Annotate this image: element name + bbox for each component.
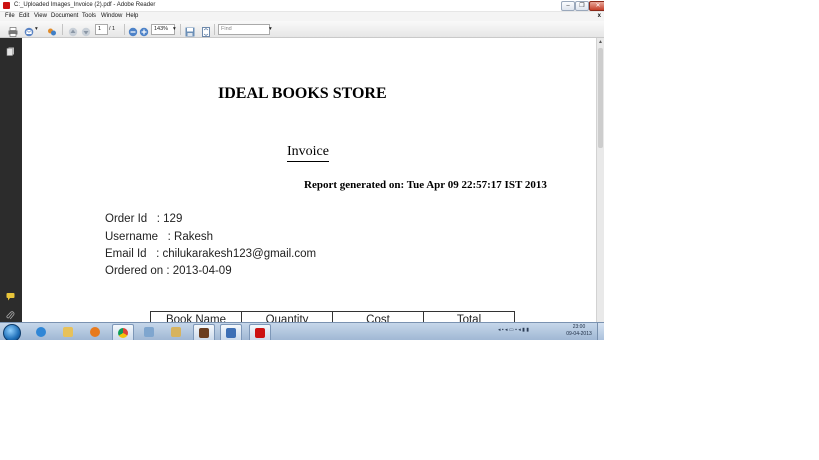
email-id: Email Id : chilukarakesh123@gmail.com	[105, 248, 317, 260]
toolbar: ▾ 1 / 1 143% ▾ Find ▾	[0, 21, 604, 38]
arrow-down-icon[interactable]	[81, 24, 91, 37]
windows-taskbar: ◂ ▪ ◂ ▭ ▪ ◂ ▮ ▮ 23:00 09-04-2013	[0, 322, 604, 340]
collaborate-icon[interactable]	[47, 24, 57, 36]
toolbar-divider	[124, 24, 125, 35]
menu-document[interactable]: Document	[51, 12, 78, 21]
chevron-down-icon[interactable]: ▾	[269, 24, 272, 35]
table-header-row: Book Name Quantity Cost Total	[150, 311, 515, 322]
zoom-in-icon[interactable]	[139, 24, 149, 37]
report-generated-line: Report generated on: Tue Apr 09 22:57:17…	[304, 179, 547, 191]
media-player-taskbar-button[interactable]	[85, 324, 105, 340]
media-player-icon	[90, 327, 100, 337]
comment-icon[interactable]	[6, 288, 15, 301]
menu-view[interactable]: View	[34, 12, 47, 21]
pages-icon[interactable]	[6, 43, 15, 56]
show-desktop-button[interactable]	[597, 323, 604, 340]
document-close-button[interactable]: x	[598, 12, 601, 21]
title-bar: C:_Uploaded Images_Invoice (2).pdf - Ado…	[0, 0, 604, 12]
page-number-input[interactable]: 1	[95, 24, 108, 35]
editor-icon	[226, 328, 236, 338]
restore-button[interactable]: ❐	[575, 1, 589, 11]
ordered-on: Ordered on : 2013-04-09	[105, 265, 232, 277]
email-icon[interactable]	[24, 24, 34, 37]
clock-time: 23:00	[572, 324, 586, 330]
column-header-book-name: Book Name	[150, 311, 242, 322]
toolbar-divider	[214, 24, 215, 35]
taskbar-clock[interactable]: 23:00 09-04-2013	[563, 324, 595, 338]
application-icon	[199, 328, 209, 338]
column-header-total: Total	[423, 311, 515, 322]
fit-page-icon[interactable]	[201, 24, 211, 37]
scroll-up-arrow-icon[interactable]: ▲	[598, 39, 603, 45]
vertical-scrollbar[interactable]: ▲	[596, 38, 604, 322]
column-header-quantity: Quantity	[241, 311, 333, 322]
internet-explorer-icon	[36, 327, 46, 337]
window-title: C:_Uploaded Images_Invoice (2).pdf - Ado…	[14, 2, 156, 8]
zoom-level-select[interactable]: 143%	[151, 24, 175, 35]
navigation-pane	[0, 38, 22, 322]
menu-edit[interactable]: Edit	[19, 12, 29, 21]
paperclip-icon[interactable]	[6, 307, 15, 320]
adobe-reader-window: C:_Uploaded Images_Invoice (2).pdf - Ado…	[0, 0, 604, 340]
print-icon[interactable]	[8, 24, 18, 37]
chevron-down-icon[interactable]: ▾	[35, 24, 38, 35]
chrome-icon	[118, 328, 128, 338]
menu-help[interactable]: Help	[126, 12, 138, 21]
arrow-up-icon[interactable]	[68, 24, 78, 37]
start-button[interactable]	[3, 324, 21, 340]
app2-taskbar-button[interactable]	[193, 324, 215, 340]
items-table: Book Name Quantity Cost Total	[150, 311, 515, 322]
adobe-reader-icon	[3, 2, 10, 9]
network-icon	[171, 327, 181, 337]
invoice-heading: Invoice	[287, 143, 329, 162]
adobe-reader-icon	[255, 328, 265, 338]
order-id: Order Id : 129	[105, 213, 183, 225]
network-taskbar-button[interactable]	[166, 324, 186, 340]
menu-window[interactable]: Window	[101, 12, 122, 21]
toolbar-divider	[180, 24, 181, 35]
application-icon	[144, 327, 154, 337]
store-name: IDEAL BOOKS STORE	[218, 85, 387, 102]
explorer-taskbar-button[interactable]	[58, 324, 78, 340]
folder-icon	[63, 327, 73, 337]
find-input[interactable]: Find	[218, 24, 270, 35]
document-page[interactable]: IDEAL BOOKS STORE Invoice Report generat…	[22, 38, 596, 322]
scrollbar-thumb[interactable]	[598, 48, 603, 148]
toolbar-divider	[62, 24, 63, 35]
chevron-down-icon[interactable]: ▾	[173, 24, 176, 35]
column-header-cost: Cost	[332, 311, 424, 322]
clock-date: 09-04-2013	[566, 331, 592, 337]
minimize-button[interactable]: –	[561, 1, 575, 11]
zoom-out-icon[interactable]	[128, 24, 138, 37]
page-total: / 1	[109, 26, 116, 32]
system-tray-icons[interactable]: ◂ ▪ ◂ ▭ ▪ ◂ ▮ ▮	[498, 327, 529, 333]
menu-bar: File Edit View Document Tools Window Hel…	[0, 12, 604, 21]
menu-file[interactable]: File	[5, 12, 15, 21]
app-taskbar-button[interactable]	[139, 324, 159, 340]
username: Username : Rakesh	[105, 231, 214, 243]
close-button[interactable]: ✕	[589, 1, 604, 11]
menu-tools[interactable]: Tools	[82, 12, 96, 21]
adobe-reader-taskbar-button[interactable]	[249, 324, 271, 340]
chrome-taskbar-button[interactable]	[112, 324, 134, 340]
ie-taskbar-button[interactable]	[31, 324, 51, 340]
save-icon[interactable]	[185, 24, 195, 37]
editor-taskbar-button[interactable]	[220, 324, 242, 340]
